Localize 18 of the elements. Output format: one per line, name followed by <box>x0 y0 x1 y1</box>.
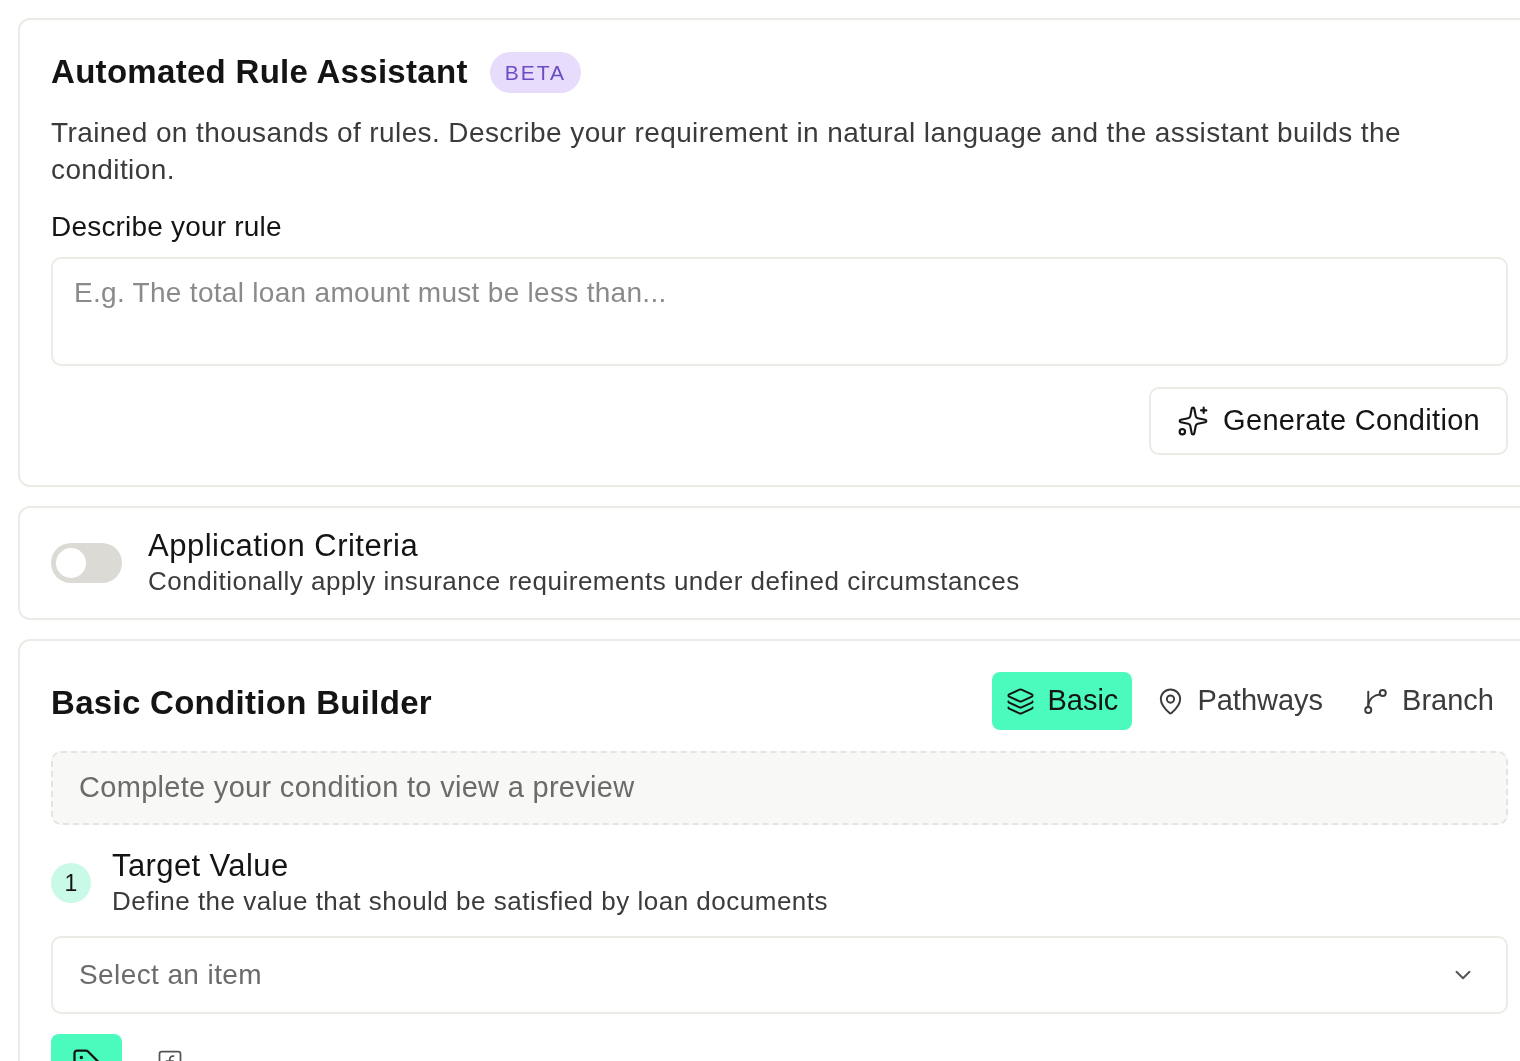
field-label: Describe your rule <box>51 210 283 244</box>
item-select[interactable]: Select an item <box>51 936 1508 1014</box>
preview-message: Complete your condition to view a preview <box>79 770 635 806</box>
generate-condition-button[interactable]: Generate Condition <box>1149 387 1508 455</box>
beta-badge: BETA <box>489 51 581 93</box>
layers-icon <box>1006 686 1036 716</box>
step-title: Target Value <box>112 848 290 884</box>
rule-input-field[interactable]: E.g. The total loan amount must be less than... <box>51 257 1508 366</box>
assistant-description: Trained on thousands of rules. Describe your requirement in natural language and the assistant builds the condition. <box>51 116 1402 187</box>
criteria-description: Conditionally apply insurance requirements under defined circumstances <box>148 565 1020 598</box>
step-number: 1 <box>51 863 91 903</box>
step-description: Define the value that should be satisfied by loan documents <box>112 885 829 918</box>
toggle-switch[interactable] <box>51 543 122 583</box>
assistant-title: Automated Rule Assistant <box>51 52 468 92</box>
mode-tab[interactable]: Basic <box>992 672 1133 730</box>
criteria-title: Application Criteria <box>148 528 420 564</box>
builder-title: Basic Condition Builder <box>51 683 432 723</box>
sparkles-icon <box>1177 405 1210 437</box>
